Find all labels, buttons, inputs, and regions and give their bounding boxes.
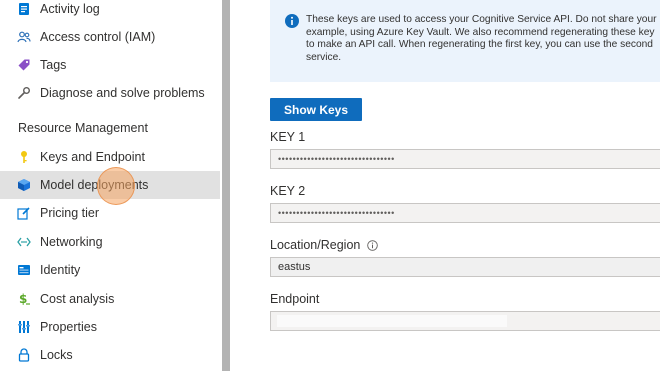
info-text: These keys are used to access your Cogni… <box>306 14 660 64</box>
tag-icon <box>17 58 31 72</box>
key1-field[interactable]: •••••••••••••••••••••••••••••••• <box>270 149 660 169</box>
section-header-resource-management: Resource Management <box>18 121 148 135</box>
endpoint-field[interactable] <box>270 311 660 331</box>
identity-icon <box>17 263 31 277</box>
sidebar-item-locks[interactable]: Locks <box>0 341 220 369</box>
key1-label-text: KEY 1 <box>270 130 306 144</box>
info-line: These keys are used to access your Cogni… <box>306 14 657 25</box>
sidebar-item-diagnose[interactable]: Diagnose and solve problems <box>0 79 220 107</box>
wrench-icon <box>17 86 31 100</box>
endpoint-redacted <box>277 315 507 327</box>
sidebar-item-activity-log[interactable]: Activity log <box>0 0 220 23</box>
activity-log-icon <box>17 2 31 16</box>
key2-label: KEY 2 <box>270 184 305 198</box>
edit-icon <box>17 206 31 220</box>
endpoint-label-text: Endpoint <box>270 292 320 306</box>
properties-icon <box>17 320 31 334</box>
sidebar-item-networking[interactable]: Networking <box>0 228 220 256</box>
info-circle-icon[interactable] <box>367 239 379 251</box>
sidebar-item-properties[interactable]: Properties <box>0 313 220 341</box>
sidebar: Activity log Access control (IAM) Tags D… <box>0 0 222 371</box>
sidebar-item-cost-analysis[interactable]: $ Cost analysis <box>0 285 220 313</box>
sidebar-item-label: Pricing tier <box>40 206 100 220</box>
key2-label-text: KEY 2 <box>270 184 306 198</box>
click-indicator <box>97 167 135 205</box>
info-line: example, using Azure Key Vault. We also … <box>306 26 655 38</box>
info-icon <box>285 14 299 28</box>
dollar-icon: $ <box>17 292 31 306</box>
cube-icon <box>17 178 31 192</box>
sidebar-item-label: Access control (IAM) <box>40 30 156 44</box>
info-line: service. <box>306 51 342 63</box>
info-line: to make an API call. When regenerating t… <box>306 39 653 51</box>
key1-label: KEY 1 <box>270 130 305 144</box>
sidebar-item-label: Activity log <box>40 2 100 16</box>
people-icon <box>17 30 31 44</box>
sidebar-item-identity[interactable]: Identity <box>0 256 220 284</box>
sidebar-item-label: Cost analysis <box>40 292 115 306</box>
show-keys-button[interactable]: Show Keys <box>270 98 362 121</box>
blade-divider[interactable] <box>222 0 230 371</box>
key-icon <box>17 150 31 164</box>
location-value: eastus <box>278 261 311 273</box>
key2-field[interactable]: •••••••••••••••••••••••••••••••• <box>270 203 660 223</box>
sidebar-item-label: Identity <box>40 263 81 277</box>
key2-value: •••••••••••••••••••••••••••••••• <box>278 208 395 218</box>
sidebar-item-label: Networking <box>40 235 103 249</box>
key1-value: •••••••••••••••••••••••••••••••• <box>278 154 395 164</box>
info-banner: These keys are used to access your Cogni… <box>270 0 660 82</box>
location-label: Location/Region <box>270 238 379 252</box>
sidebar-item-label: Diagnose and solve problems <box>40 86 205 100</box>
network-icon <box>17 235 31 249</box>
sidebar-item-access-control[interactable]: Access control (IAM) <box>0 23 220 51</box>
sidebar-item-label: Tags <box>40 58 67 72</box>
sidebar-item-label: Locks <box>40 348 73 362</box>
location-label-text: Location/Region <box>270 238 361 252</box>
lock-icon <box>17 348 31 362</box>
location-field[interactable]: eastus <box>270 257 660 277</box>
sidebar-item-tags[interactable]: Tags <box>0 51 220 79</box>
endpoint-label: Endpoint <box>270 292 319 306</box>
sidebar-item-label: Keys and Endpoint <box>40 150 145 164</box>
sidebar-item-label: Properties <box>40 320 97 334</box>
